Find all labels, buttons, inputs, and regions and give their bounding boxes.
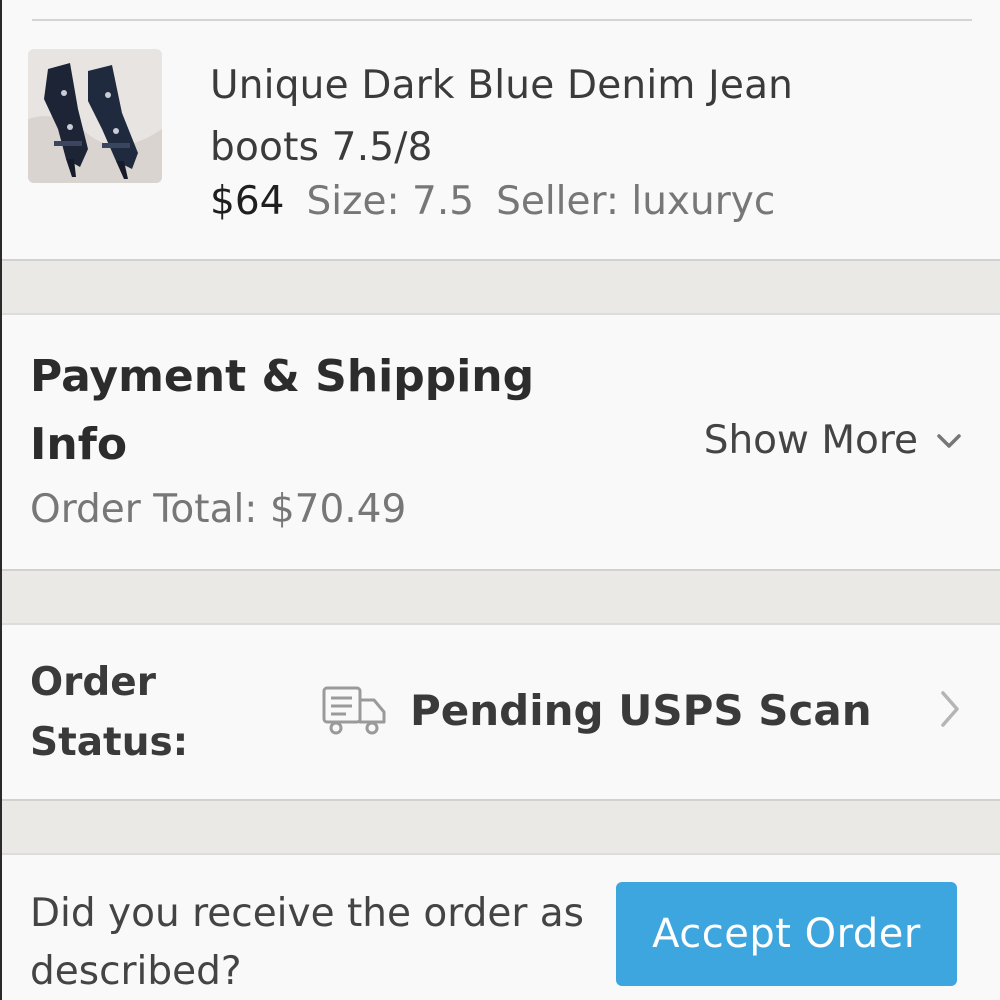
- accept-order-button[interactable]: Accept Order: [616, 882, 957, 986]
- item-meta: $64 Size: 7.5 Seller: luxuryc: [210, 177, 797, 227]
- item-thumbnail[interactable]: [28, 49, 162, 183]
- chevron-right-icon: [941, 691, 959, 727]
- show-more-button[interactable]: Show More: [704, 418, 962, 463]
- item-size: Size: 7.5: [306, 179, 475, 224]
- truck-icon: [322, 686, 386, 735]
- chevron-down-icon: [937, 433, 961, 448]
- show-more-label: Show More: [703, 418, 918, 463]
- receive-question: Did you receive the order as described?: [30, 891, 584, 994]
- order-status-text: Pending USPS Scan: [410, 685, 872, 735]
- accept-order-section: Did you receive the order as described? …: [2, 855, 1000, 1000]
- order-item[interactable]: Unique Dark Blue Denim Jean boots 7.5/8 …: [2, 21, 1000, 259]
- order-status-value[interactable]: Pending USPS Scan: [322, 675, 962, 745]
- boots-photo-icon: [28, 49, 162, 183]
- order-status-label: Order Status:: [30, 660, 189, 765]
- item-seller[interactable]: Seller: luxuryc: [496, 179, 775, 224]
- section-separator: [2, 569, 1000, 625]
- section-separator: [2, 799, 1000, 855]
- item-price: $64: [210, 179, 285, 224]
- order-total: Order Total: $70.49: [30, 487, 407, 532]
- order-details-screen: Unique Dark Blue Denim Jean boots 7.5/8 …: [0, 0, 1000, 1000]
- item-title[interactable]: Unique Dark Blue Denim Jean boots 7.5/8: [210, 55, 910, 179]
- payment-shipping-section: Payment & Shipping Info Order Total: $70…: [2, 315, 1000, 569]
- section-separator: [2, 259, 1000, 315]
- order-status-section[interactable]: Order Status: Pending USPS Scan: [2, 623, 1000, 799]
- payment-shipping-title: Payment & Shipping Info: [30, 351, 535, 470]
